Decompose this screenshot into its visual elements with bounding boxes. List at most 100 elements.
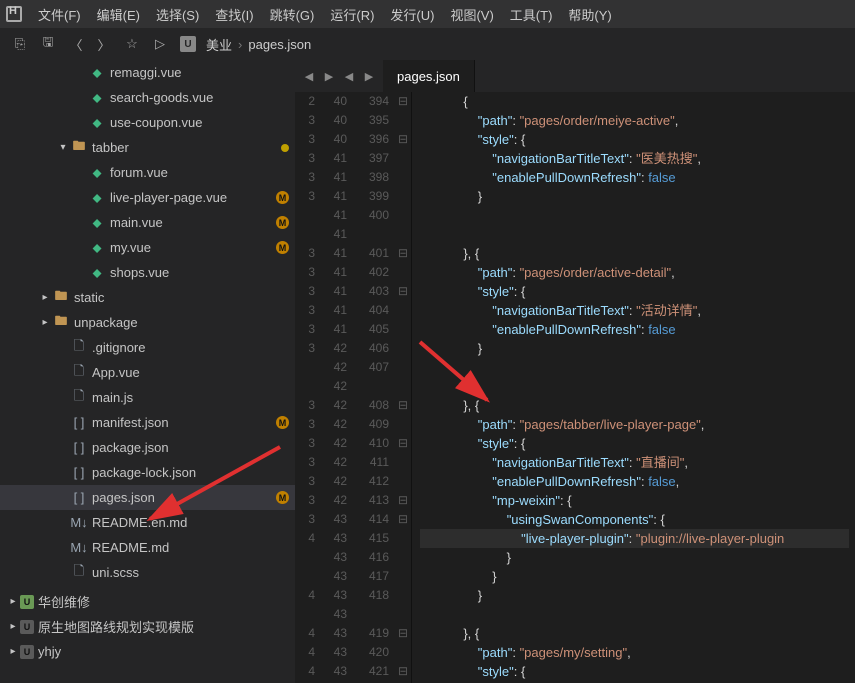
code-line[interactable]: } <box>420 567 855 586</box>
code-line[interactable]: } <box>420 548 855 567</box>
code-line[interactable]: "path": "pages/my/setting", <box>420 643 855 662</box>
project-icon: U <box>20 645 34 659</box>
code-line[interactable]: } <box>420 586 855 605</box>
code-line[interactable]: "navigationBarTitleText": "直播间", <box>420 453 855 472</box>
menu-item[interactable]: 查找(I) <box>207 5 261 24</box>
code-line[interactable]: "style": { <box>420 282 855 301</box>
tree-row[interactable]: M↓README.en.md <box>0 510 295 535</box>
chevron-right-icon[interactable]: ▸ <box>38 317 52 328</box>
tree-row[interactable]: ▸🖿unpackage <box>0 310 295 335</box>
tree-row[interactable]: ▸🖿static <box>0 285 295 310</box>
menu-item[interactable]: 视图(V) <box>442 5 501 24</box>
tree-row[interactable]: 🗋.gitignore <box>0 335 295 360</box>
tab-history-fwd-icon[interactable]: ▶ <box>321 70 337 83</box>
menu-item[interactable]: 帮助(Y) <box>560 5 619 24</box>
code-line[interactable]: "enablePullDownRefresh": false, <box>420 472 855 491</box>
tree-row[interactable]: ⬥main.vueM <box>0 210 295 235</box>
code-line[interactable]: } <box>420 339 855 358</box>
tab-pages-json[interactable]: pages.json <box>383 60 475 92</box>
code-line[interactable]: "navigationBarTitleText": "医美热搜", <box>420 149 855 168</box>
tab-title: pages.json <box>397 69 460 84</box>
code-line[interactable]: }, { <box>420 244 855 263</box>
code-line[interactable]: { <box>420 92 855 111</box>
code-line[interactable]: "path": "pages/order/active-detail", <box>420 263 855 282</box>
code-line[interactable]: "live-player-plugin": "plugin://live-pla… <box>420 529 855 548</box>
project-row[interactable]: ▸U原生地图路线规划实现模版 <box>0 614 295 639</box>
tree-label: package-lock.json <box>92 465 289 480</box>
file-explorer[interactable]: ⬥remaggi.vue⬥search-goods.vue⬥use-coupon… <box>0 60 295 683</box>
tab-list-fwd-icon[interactable]: ▶ <box>361 70 377 83</box>
code-line[interactable]: "enablePullDownRefresh": false <box>420 320 855 339</box>
code-line[interactable] <box>420 605 855 624</box>
menu-item[interactable]: 发行(U) <box>382 5 442 24</box>
tree-label: tabber <box>92 140 277 155</box>
menu-item[interactable]: 运行(R) <box>322 5 382 24</box>
code-line[interactable]: "path": "pages/order/meiye-active", <box>420 111 855 130</box>
project-row[interactable]: ▸U华创维修 <box>0 589 295 614</box>
star-icon[interactable]: ☆ <box>118 30 146 58</box>
code-line[interactable]: "usingSwanComponents": { <box>420 510 855 529</box>
tree-row[interactable]: [ ]manifest.jsonM <box>0 410 295 435</box>
code-line[interactable]: "mp-weixin": { <box>420 491 855 510</box>
code-line[interactable] <box>420 358 855 377</box>
code-line[interactable]: }, { <box>420 396 855 415</box>
code-line[interactable]: "style": { <box>420 662 855 681</box>
menu-item[interactable]: 选择(S) <box>148 5 207 24</box>
tree-row[interactable]: ⬥my.vueM <box>0 235 295 260</box>
project-row[interactable]: ▸Uyhjy <box>0 639 295 664</box>
code-line[interactable]: "navigationBarTitleText": "活动详情", <box>420 301 855 320</box>
tree-row[interactable]: ⬥use-coupon.vue <box>0 110 295 135</box>
chevron-down-icon[interactable]: ▾ <box>56 142 70 153</box>
tree-row[interactable]: [ ]package.json <box>0 435 295 460</box>
code-line[interactable]: } <box>420 187 855 206</box>
code-line[interactable]: "style": { <box>420 434 855 453</box>
menu-item[interactable]: 跳转(G) <box>262 5 323 24</box>
code-line[interactable]: "path": "pages/tabber/live-player-page", <box>420 415 855 434</box>
tree-label: shops.vue <box>110 265 289 280</box>
tree-row[interactable]: ⬥live-player-page.vueM <box>0 185 295 210</box>
code-line[interactable]: }, { <box>420 624 855 643</box>
play-icon[interactable]: ▷ <box>146 30 174 58</box>
code-line[interactable] <box>420 225 855 244</box>
menu-item[interactable]: 编辑(E) <box>89 5 148 24</box>
folder-icon: 🖿 <box>52 287 70 309</box>
code-line[interactable]: "style": { <box>420 130 855 149</box>
tree-row[interactable]: 🗋App.vue <box>0 360 295 385</box>
code-line[interactable] <box>420 206 855 225</box>
tree-row[interactable]: [ ]package-lock.json <box>0 460 295 485</box>
tree-row[interactable]: 🗋main.js <box>0 385 295 410</box>
json-icon: [ ] <box>70 440 88 455</box>
tab-history-back-icon[interactable]: ◀ <box>301 70 317 83</box>
vue-icon: ⬥ <box>88 115 106 131</box>
vue-icon: ⬥ <box>88 165 106 181</box>
vue-icon: ⬥ <box>88 240 106 256</box>
code-area[interactable]: 23333333333333333334444444444444 4040404… <box>295 92 855 683</box>
vue-icon: ⬥ <box>88 215 106 231</box>
tree-row[interactable]: ⬥remaggi.vue <box>0 60 295 85</box>
tree-row[interactable]: ⬥shops.vue <box>0 260 295 285</box>
md-icon: M↓ <box>70 540 88 555</box>
tree-row[interactable]: ▾🖿tabber <box>0 135 295 160</box>
breadcrumb-project[interactable]: 美业 <box>206 35 232 54</box>
chevron-right-icon[interactable]: ▸ <box>6 621 20 632</box>
menu-item[interactable]: 工具(T) <box>502 5 561 24</box>
menu-item[interactable]: 文件(F) <box>30 5 89 24</box>
tree-row[interactable]: [ ]pages.jsonM <box>0 485 295 510</box>
tab-list-back-icon[interactable]: ◀ <box>341 70 357 83</box>
tree-row[interactable]: 🗋uni.scss <box>0 560 295 585</box>
tree-label: .gitignore <box>92 340 289 355</box>
tree-row[interactable]: ⬥search-goods.vue <box>0 85 295 110</box>
code-line[interactable] <box>420 377 855 396</box>
minimap[interactable] <box>849 92 855 683</box>
code-line[interactable]: "enablePullDownRefresh": false <box>420 168 855 187</box>
breadcrumb-file[interactable]: pages.json <box>248 37 311 52</box>
save-icon[interactable]: 🖫 <box>34 30 62 58</box>
chevron-right-icon[interactable]: ▸ <box>6 646 20 657</box>
tree-row[interactable]: M↓README.md <box>0 535 295 560</box>
toolbar-icon-1[interactable]: ⎘ <box>6 30 34 58</box>
chevron-right-icon[interactable]: ▸ <box>38 292 52 303</box>
nav-back-icon[interactable]: 〈 <box>62 30 90 58</box>
tree-row[interactable]: ⬥forum.vue <box>0 160 295 185</box>
chevron-right-icon[interactable]: ▸ <box>6 596 20 607</box>
nav-forward-icon[interactable]: 〉 <box>90 30 118 58</box>
